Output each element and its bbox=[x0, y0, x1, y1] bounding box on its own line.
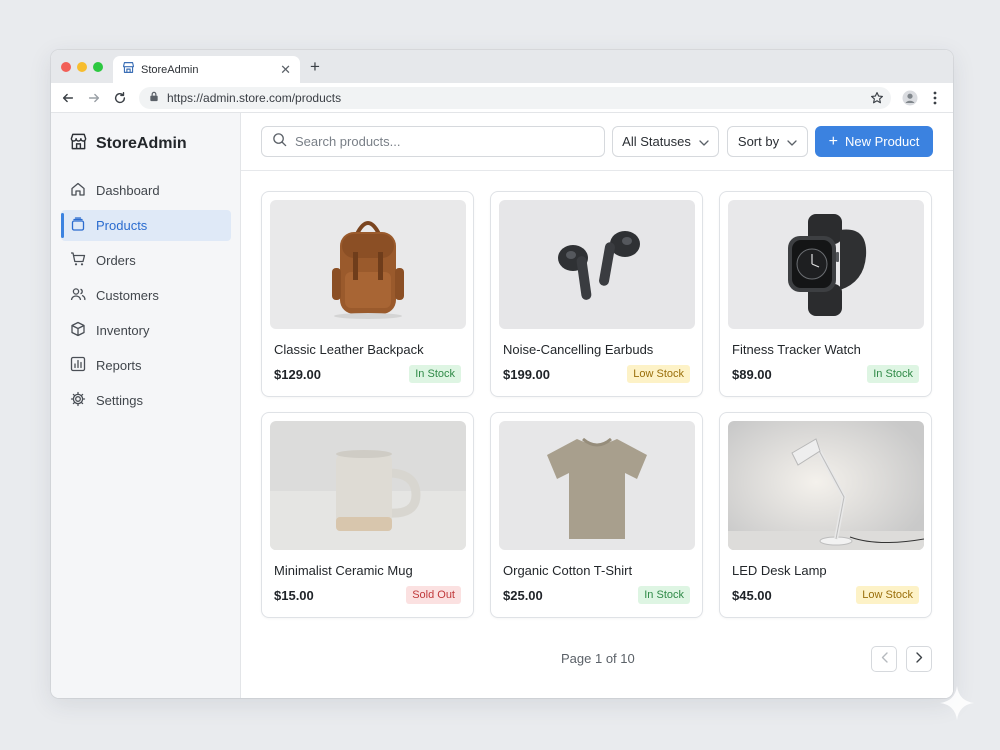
url-field[interactable]: https://admin.store.com/products bbox=[139, 87, 891, 109]
maximize-window-button[interactable] bbox=[93, 62, 103, 72]
chevron-down-icon bbox=[699, 134, 709, 149]
product-price: $25.00 bbox=[503, 588, 543, 603]
product-name: LED Desk Lamp bbox=[732, 563, 827, 578]
gear-icon bbox=[70, 391, 86, 410]
sidebar-item-dashboard[interactable]: Dashboard bbox=[61, 175, 231, 206]
chevron-down-icon bbox=[787, 134, 797, 149]
sidebar: StoreAdmin Dashboard Products Orders Cus… bbox=[51, 113, 241, 698]
product-card[interactable]: LED Desk Lamp $45.00 Low Stock bbox=[719, 412, 932, 618]
status-badge: In Stock bbox=[638, 586, 690, 604]
users-icon bbox=[70, 286, 86, 305]
new-product-label: New Product bbox=[844, 134, 920, 149]
storefront-icon bbox=[69, 132, 88, 156]
product-card[interactable]: Minimalist Ceramic Mug $15.00 Sold Out bbox=[261, 412, 474, 618]
tab-title: StoreAdmin bbox=[141, 63, 199, 76]
lock-icon bbox=[149, 89, 159, 107]
product-price: $15.00 bbox=[274, 588, 314, 603]
product-price: $45.00 bbox=[732, 588, 772, 603]
sidebar-item-label: Inventory bbox=[96, 323, 150, 338]
cart-icon bbox=[70, 251, 86, 270]
product-card[interactable]: Classic Leather Backpack $129.00 In Stoc… bbox=[261, 191, 474, 397]
status-badge: Low Stock bbox=[856, 586, 919, 604]
search-icon bbox=[272, 132, 287, 152]
sidebar-item-label: Customers bbox=[96, 288, 159, 303]
sidebar-item-orders[interactable]: Orders bbox=[61, 245, 231, 276]
close-tab-icon[interactable]: ✕ bbox=[280, 62, 291, 78]
minimize-window-button[interactable] bbox=[77, 62, 87, 72]
bar-chart-icon bbox=[70, 356, 86, 375]
store-favicon-icon bbox=[122, 61, 135, 79]
title-bar: StoreAdmin ✕ + bbox=[51, 50, 953, 83]
store-admin-app: StoreAdmin Dashboard Products Orders Cus… bbox=[51, 113, 953, 698]
forward-arrow-icon[interactable] bbox=[86, 90, 102, 106]
product-image-tshirt bbox=[499, 421, 695, 550]
home-icon bbox=[70, 181, 86, 200]
product-name: Fitness Tracker Watch bbox=[732, 342, 861, 357]
search-input[interactable] bbox=[295, 134, 585, 149]
cube-icon bbox=[70, 321, 86, 340]
product-name: Minimalist Ceramic Mug bbox=[274, 563, 413, 578]
sidebar-item-label: Orders bbox=[96, 253, 136, 268]
status-badge: Sold Out bbox=[406, 586, 461, 604]
product-name: Classic Leather Backpack bbox=[274, 342, 424, 357]
browser-tab[interactable]: StoreAdmin ✕ bbox=[113, 56, 300, 83]
brand-name: StoreAdmin bbox=[96, 135, 187, 152]
product-image-earbuds bbox=[499, 200, 695, 329]
sidebar-item-products[interactable]: Products bbox=[61, 210, 231, 241]
close-window-button[interactable] bbox=[61, 62, 71, 72]
plus-icon: + bbox=[828, 132, 838, 150]
sort-dropdown[interactable]: Sort by bbox=[727, 126, 808, 157]
product-card[interactable]: Noise-Cancelling Earbuds $199.00 Low Sto… bbox=[490, 191, 703, 397]
product-image-mug bbox=[270, 421, 466, 550]
status-badge: Low Stock bbox=[627, 365, 690, 383]
sidebar-item-reports[interactable]: Reports bbox=[61, 350, 231, 381]
status-badge: In Stock bbox=[409, 365, 461, 383]
sidebar-item-settings[interactable]: Settings bbox=[61, 385, 231, 416]
chevron-left-icon bbox=[881, 650, 888, 668]
sparkle-watermark-icon bbox=[938, 684, 976, 727]
sidebar-nav: Dashboard Products Orders Customers Inve… bbox=[61, 175, 231, 420]
sort-label: Sort by bbox=[737, 134, 780, 149]
url-text: https://admin.store.com/products bbox=[167, 91, 342, 105]
new-tab-icon[interactable]: + bbox=[310, 58, 320, 75]
main-content: All Statuses Sort by + New Product bbox=[241, 113, 953, 698]
sidebar-item-label: Reports bbox=[96, 358, 142, 373]
product-price: $89.00 bbox=[732, 367, 772, 382]
status-filter-dropdown[interactable]: All Statuses bbox=[612, 126, 719, 157]
product-price: $199.00 bbox=[503, 367, 550, 382]
address-bar-row: https://admin.store.com/products bbox=[51, 83, 953, 113]
product-image-watch bbox=[728, 200, 924, 329]
status-badge: In Stock bbox=[867, 365, 919, 383]
product-image-lamp bbox=[728, 421, 924, 550]
product-price: $129.00 bbox=[274, 367, 321, 382]
previous-page-button[interactable] bbox=[871, 646, 897, 672]
product-name: Noise-Cancelling Earbuds bbox=[503, 342, 654, 357]
new-product-button[interactable]: + New Product bbox=[815, 126, 933, 157]
back-arrow-icon[interactable] bbox=[60, 90, 76, 106]
next-page-button[interactable] bbox=[906, 646, 932, 672]
product-image-backpack bbox=[270, 200, 466, 329]
box-stack-icon bbox=[70, 216, 86, 235]
sidebar-item-customers[interactable]: Customers bbox=[61, 280, 231, 311]
status-filter-value: All Statuses bbox=[622, 134, 691, 149]
reload-icon[interactable] bbox=[112, 90, 128, 106]
product-name: Organic Cotton T-Shirt bbox=[503, 563, 633, 578]
sidebar-item-inventory[interactable]: Inventory bbox=[61, 315, 231, 346]
sidebar-item-label: Dashboard bbox=[96, 183, 160, 198]
brand[interactable]: StoreAdmin bbox=[69, 132, 187, 156]
toolbar: All Statuses Sort by + New Product bbox=[241, 113, 953, 171]
chevron-right-icon bbox=[915, 650, 923, 668]
sidebar-item-label: Products bbox=[96, 218, 148, 233]
bookmark-star-icon[interactable] bbox=[869, 90, 885, 106]
browser-menu-icon[interactable] bbox=[927, 90, 943, 106]
product-card[interactable]: Organic Cotton T-Shirt $25.00 In Stock bbox=[490, 412, 703, 618]
search-box[interactable] bbox=[261, 126, 605, 157]
pagination-text: Page 1 of 10 bbox=[561, 651, 635, 666]
browser-window: StoreAdmin ✕ + https://admin.store.com/p… bbox=[51, 50, 953, 698]
profile-avatar-icon[interactable] bbox=[902, 90, 918, 106]
sidebar-item-label: Settings bbox=[96, 393, 143, 408]
product-card[interactable]: Fitness Tracker Watch $89.00 In Stock bbox=[719, 191, 932, 397]
